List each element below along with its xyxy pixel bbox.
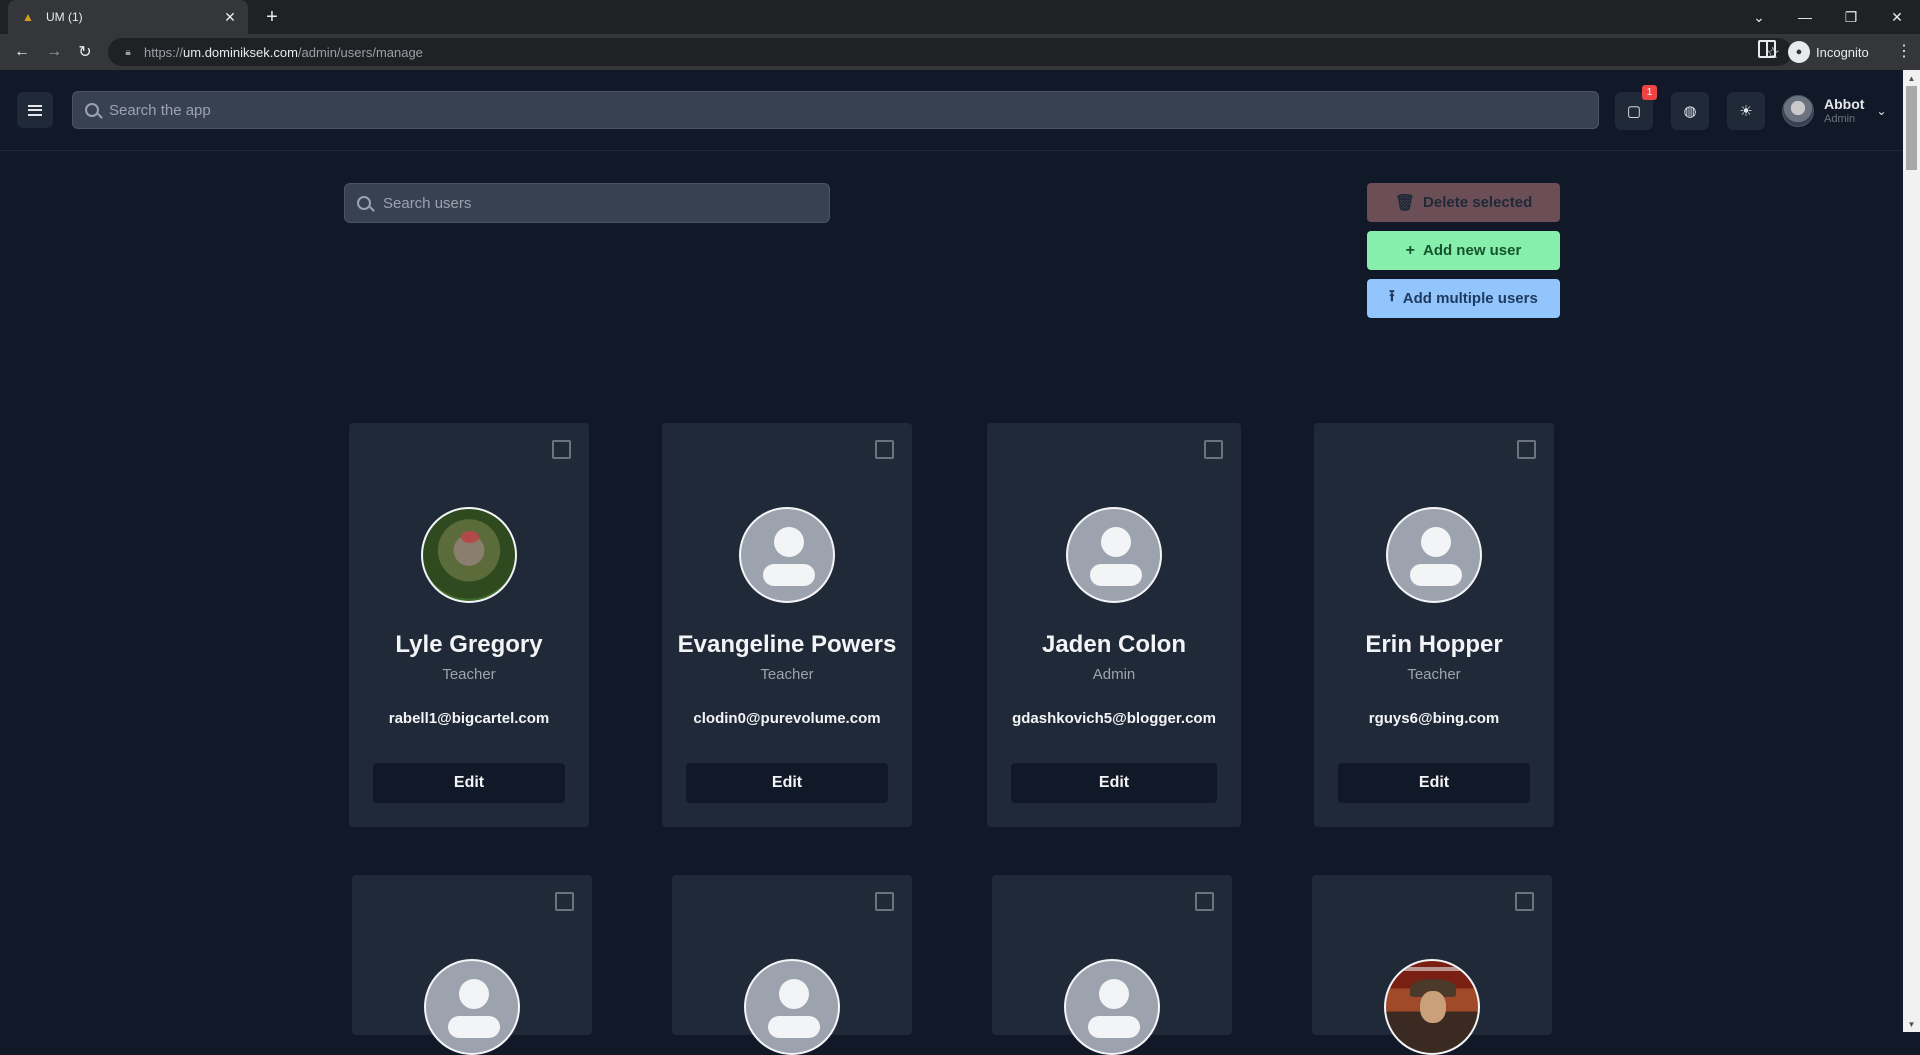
avatar (1384, 959, 1480, 1055)
avatar (424, 959, 520, 1055)
user-name: Jaden Colon (1041, 631, 1186, 658)
user-search-input[interactable] (383, 194, 813, 212)
messages-button[interactable]: ▢ 1 (1615, 85, 1657, 130)
user-email: clodin0@purevolume.com (693, 710, 881, 727)
select-checkbox[interactable] (552, 440, 571, 459)
incognito-icon: ● (1788, 41, 1810, 63)
chevron-down-icon: ⌄ (1876, 104, 1887, 118)
user-card: Evangeline Powers Teacher clodin0@purevo… (662, 423, 912, 827)
add-user-button[interactable]: + Add new user (1367, 231, 1560, 270)
select-checkbox[interactable] (1204, 440, 1223, 459)
search-icon (85, 103, 99, 117)
user-email: rguys6@bing.com (1368, 710, 1500, 727)
avatar (1782, 95, 1814, 127)
address-bar[interactable]: 🔒︎ https://um.dominiksek.com/admin/users… (108, 38, 1792, 66)
select-checkbox[interactable] (1515, 892, 1534, 911)
user-card (1312, 875, 1552, 1055)
language-button[interactable]: ◍ (1671, 92, 1709, 130)
menu-button[interactable] (17, 92, 53, 128)
incognito-label: Incognito (1816, 44, 1869, 60)
window-controls: ⌄ — ❐ ✕ (1736, 0, 1920, 34)
user-email: rabell1@bigcartel.com (388, 710, 550, 727)
page-scrollbar[interactable]: ▲ ▼ (1903, 70, 1920, 1032)
user-search[interactable] (344, 183, 830, 223)
lock-icon[interactable]: 🔒︎ (122, 46, 134, 58)
app-header: ▢ 1 ◍ ☀ Abbot Admin ⌄ (0, 70, 1903, 151)
user-card (672, 875, 912, 1055)
user-role: Teacher (442, 666, 496, 683)
add-multiple-users-button[interactable]: ⭱ Add multiple users (1367, 279, 1560, 318)
incognito-indicator[interactable]: ● Incognito (1788, 39, 1869, 65)
chat-icon: ▢ (1626, 103, 1642, 120)
profile-menu[interactable]: Abbot Admin ⌄ (1782, 92, 1887, 130)
select-checkbox[interactable] (555, 892, 574, 911)
user-card: Lyle Gregory Teacher rabell1@bigcartel.c… (349, 423, 589, 827)
trash-icon: 🗑︎ (1394, 194, 1416, 212)
hamburger-icon (28, 104, 42, 116)
user-card: Erin Hopper Teacher rguys6@bing.com Edit (1314, 423, 1554, 827)
select-checkbox[interactable] (875, 892, 894, 911)
minimize-button[interactable]: — (1782, 0, 1828, 34)
edit-button[interactable]: Edit (1338, 763, 1530, 803)
side-panel-icon[interactable] (1758, 40, 1776, 58)
user-card (992, 875, 1232, 1055)
search-icon (357, 196, 371, 210)
user-role: Admin (1092, 666, 1136, 683)
app-search-input[interactable] (109, 101, 1509, 119)
user-role: Teacher (1407, 666, 1461, 683)
url-text: https://um.dominiksek.com/admin/users/ma… (144, 44, 423, 60)
edit-button[interactable]: Edit (373, 763, 565, 803)
avatar (1386, 507, 1482, 603)
user-card (352, 875, 592, 1055)
profile-name: Abbot (1824, 96, 1865, 112)
avatar (1064, 959, 1160, 1055)
scroll-thumb[interactable] (1906, 86, 1917, 170)
user-role: Teacher (760, 666, 814, 683)
browser-menu-icon[interactable]: ⋮ (1896, 41, 1912, 61)
back-icon[interactable]: ← (10, 40, 34, 64)
notification-badge: 1 (1642, 85, 1657, 100)
new-tab-button[interactable]: + (260, 5, 284, 29)
user-email: gdashkovich5@blogger.com (1012, 710, 1216, 727)
forward-icon[interactable]: → (42, 40, 66, 64)
favicon-icon: ▲ (22, 10, 34, 24)
avatar (744, 959, 840, 1055)
theme-toggle-button[interactable]: ☀ (1727, 92, 1765, 130)
user-name: Erin Hopper (1365, 631, 1503, 658)
user-name: Lyle Gregory (395, 631, 543, 658)
tab-search-icon[interactable]: ⌄ (1736, 0, 1782, 34)
user-card: Jaden Colon Admin gdashkovich5@blogger.c… (987, 423, 1241, 827)
avatar (739, 507, 835, 603)
restore-button[interactable]: ❐ (1828, 0, 1874, 34)
avatar (1066, 507, 1162, 603)
browser-toolbar: ← → ↻ 🔒︎ https://um.dominiksek.com/admin… (0, 34, 1920, 70)
sun-icon: ☀ (1739, 103, 1753, 120)
select-checkbox[interactable] (1195, 892, 1214, 911)
upload-icon: ⭱ (1389, 288, 1395, 305)
avatar (421, 507, 517, 603)
scroll-up-icon[interactable]: ▲ (1903, 70, 1920, 86)
reload-icon[interactable]: ↻ (73, 40, 97, 64)
scroll-down-icon[interactable]: ▼ (1903, 1016, 1920, 1032)
profile-role: Admin (1824, 112, 1856, 125)
browser-tabstrip: ▲ UM (1) ✕ + ⌄ — ❐ ✕ (0, 0, 1920, 34)
edit-button[interactable]: Edit (1011, 763, 1217, 803)
edit-button[interactable]: Edit (686, 763, 888, 803)
app-search[interactable] (72, 91, 1599, 129)
plus-icon: + (1405, 241, 1415, 259)
close-tab-icon[interactable]: ✕ (222, 9, 238, 25)
select-checkbox[interactable] (875, 440, 894, 459)
tab-title: UM (1) (46, 10, 83, 24)
globe-icon: ◍ (1683, 103, 1697, 120)
select-checkbox[interactable] (1517, 440, 1536, 459)
user-name: Evangeline Powers (677, 631, 897, 658)
delete-selected-button[interactable]: 🗑︎ Delete selected (1367, 183, 1560, 222)
close-window-button[interactable]: ✕ (1874, 0, 1920, 34)
browser-tab[interactable]: ▲ UM (1) ✕ (8, 0, 248, 34)
